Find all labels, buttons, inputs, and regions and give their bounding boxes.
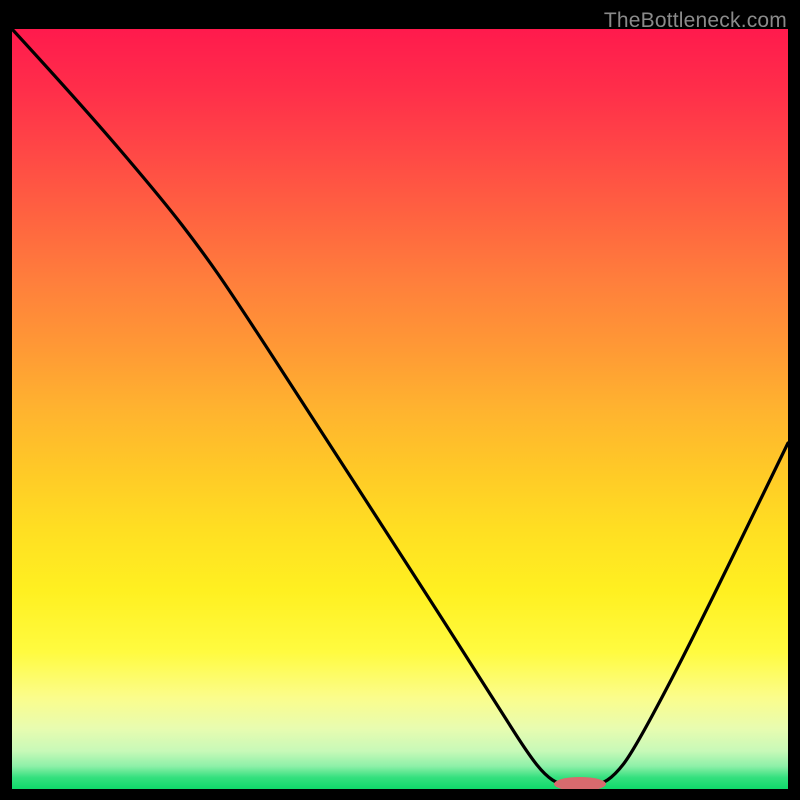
curve-svg (12, 29, 788, 789)
plot-area (12, 29, 788, 789)
optimal-marker (554, 777, 606, 789)
bottleneck-curve (12, 29, 788, 787)
chart-frame: TheBottleneck.com (9, 9, 791, 791)
